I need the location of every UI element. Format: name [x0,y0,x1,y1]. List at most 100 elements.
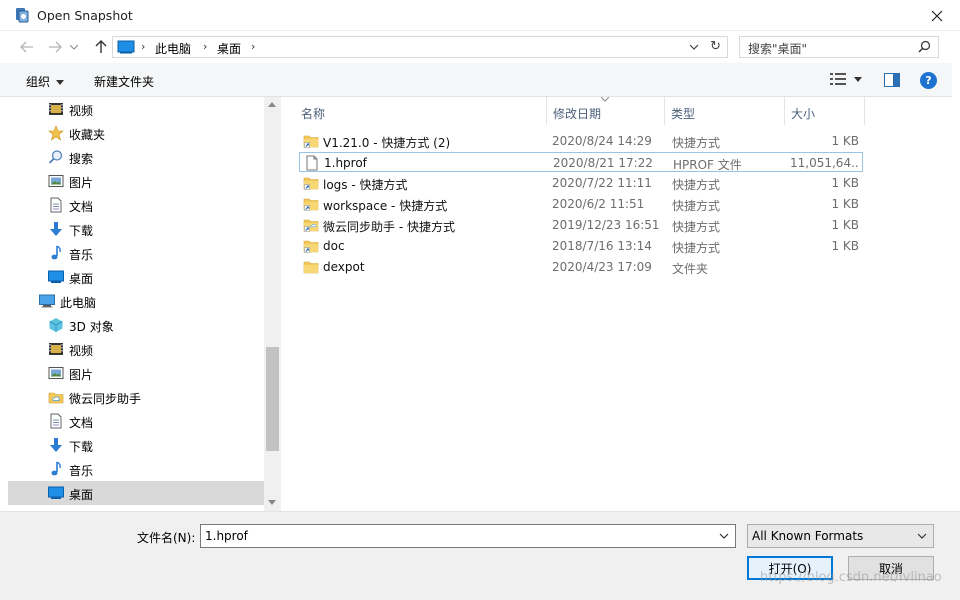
file-row[interactable]: logs - 快捷方式 2020/7/22 11:11 快捷方式 1 KB [299,173,863,193]
preview-pane-icon[interactable] [884,73,900,87]
forward-button[interactable] [44,38,66,56]
organize-menu-button[interactable]: 组织 [26,73,65,90]
title-bar: Open Snapshot [0,0,960,31]
help-icon[interactable]: ? [920,72,937,89]
file-date: 2020/4/23 17:09 [552,260,652,274]
organize-label: 组织 [26,75,51,89]
file-row[interactable]: 微云同步助手 - 快捷方式 2019/12/23 16:51 快捷方式 1 KB [299,215,863,235]
filename-field[interactable]: 1.hprof [200,524,736,548]
file-row[interactable]: 1.hprof 2020/8/21 17:22 HPROF 文件 11,051,64.… [299,152,863,172]
file-date: 2020/8/21 17:22 [553,156,653,170]
nav-item-label: 音乐 [69,248,94,262]
file-name: dexpot [323,260,365,274]
nav-item[interactable]: 视频 [8,337,264,361]
column-header-name[interactable]: 名称 [295,97,547,125]
file-name: doc [323,239,345,253]
address-row: › 此电脑 › 桌面 › ↻ 搜索"桌面" [0,31,960,63]
change-view-button[interactable] [830,73,862,85]
nav-item-label: 微云同步助手 [69,392,142,406]
folder-shortcut-icon [303,133,319,149]
file-type: 快捷方式 [672,136,721,150]
nav-item[interactable]: 图片 [8,361,264,385]
star-icon [48,125,64,141]
nav-item[interactable]: 3D 对象 [8,313,264,337]
nav-item[interactable]: 文档 [8,193,264,217]
desktop-icon [48,269,64,285]
file-type: 快捷方式 [672,178,721,192]
dialog-footer: 文件名(N): 1.hprof All Known Formats 打开(O) … [0,511,960,600]
documents-icon [48,197,64,213]
file-date: 2020/6/2 11:51 [552,197,645,211]
recent-locations-button[interactable] [68,38,80,56]
file-list: 名称 修改日期 类型 大小 V1.21.0 - 快捷方式 (2) 2020/8/2… [283,97,952,511]
chevron-right-icon: › [141,40,146,53]
arrow-left-icon [20,41,33,53]
column-header-type[interactable]: 类型 [665,97,785,125]
scroll-down-icon[interactable] [268,500,276,505]
column-size-label: 大小 [791,107,816,121]
music-icon [48,461,64,477]
nav-item[interactable]: 桌面 [8,265,264,289]
nav-item[interactable]: 文档 [8,409,264,433]
column-header-size[interactable]: 大小 [785,97,865,125]
nav-item[interactable]: 微云同步助手 [8,385,264,409]
nav-item-label: 图片 [69,368,94,382]
nav-item-label: 收藏夹 [69,128,106,142]
nav-item[interactable]: 搜索 [8,145,264,169]
file-name: workspace - 快捷方式 [323,199,448,213]
up-button[interactable] [90,38,112,56]
scroll-up-icon[interactable] [268,102,276,107]
music-icon [48,245,64,261]
nav-item[interactable]: 音乐 [8,241,264,265]
refresh-icon[interactable]: ↻ [710,39,721,54]
search-input[interactable]: 搜索"桌面" [739,36,939,58]
download-icon [48,437,64,453]
nav-item-label: 音乐 [69,464,94,478]
file-row[interactable]: doc 2018/7/16 13:14 快捷方式 1 KB [299,236,863,256]
file-type: 快捷方式 [672,241,721,255]
address-bar[interactable]: › 此电脑 › 桌面 › ↻ [112,36,728,58]
file-row[interactable]: V1.21.0 - 快捷方式 (2) 2020/8/24 14:29 快捷方式 1 K… [299,131,863,151]
nav-item-label: 搜索 [69,152,94,166]
arrow-right-icon [49,41,62,53]
chevron-down-icon [70,44,78,50]
folder-shortcut-icon [303,175,319,191]
cloud-folder-shortcut-icon [303,217,319,233]
nav-item[interactable]: 下载 [8,433,264,457]
navigation-scrollbar[interactable] [264,97,281,511]
nav-item[interactable]: 图片 [8,169,264,193]
arrow-up-icon [95,40,107,53]
file-row[interactable]: dexpot 2020/4/23 17:09 文件夹 [299,257,863,277]
window-title: Open Snapshot [37,8,133,23]
caret-down-icon [854,76,862,82]
file-date: 2020/7/22 11:11 [552,176,652,190]
file-row[interactable]: workspace - 快捷方式 2020/6/2 11:51 快捷方式 1 KB [299,194,863,214]
close-icon [931,10,943,21]
nav-item-label: 桌面 [69,488,94,502]
window-edge [952,31,960,511]
filename-label: 文件名(N): [137,531,196,545]
breadcrumb-desktop[interactable]: 桌面 [217,40,241,57]
close-button[interactable] [914,0,960,31]
new-folder-button[interactable]: 新建文件夹 [94,73,154,90]
nav-item[interactable]: 收藏夹 [8,121,264,145]
nav-item[interactable]: 下载 [8,217,264,241]
chevron-down-icon[interactable] [719,533,729,540]
file-name: V1.21.0 - 快捷方式 (2) [323,136,451,150]
app-icon [16,8,29,23]
nav-item[interactable]: 桌面 [8,481,264,505]
nav-item-label: 图片 [69,176,94,190]
nav-item[interactable]: 此电脑 [8,289,264,313]
computer-icon [39,293,55,309]
chevron-down-icon[interactable] [689,41,699,53]
file-format-select[interactable]: All Known Formats [747,524,934,548]
watermark: https://blog.csdn.net/lvlinao [760,570,942,585]
back-button[interactable] [16,38,38,56]
breadcrumb-this-pc[interactable]: 此电脑 [155,40,191,57]
file-date: 2019/12/23 16:51 [552,218,660,232]
nav-item-label: 文档 [69,200,94,214]
search-icon [48,149,64,165]
nav-item[interactable]: 音乐 [8,457,264,481]
scrollbar-thumb[interactable] [266,347,279,451]
nav-item[interactable]: 视频 [8,97,264,121]
